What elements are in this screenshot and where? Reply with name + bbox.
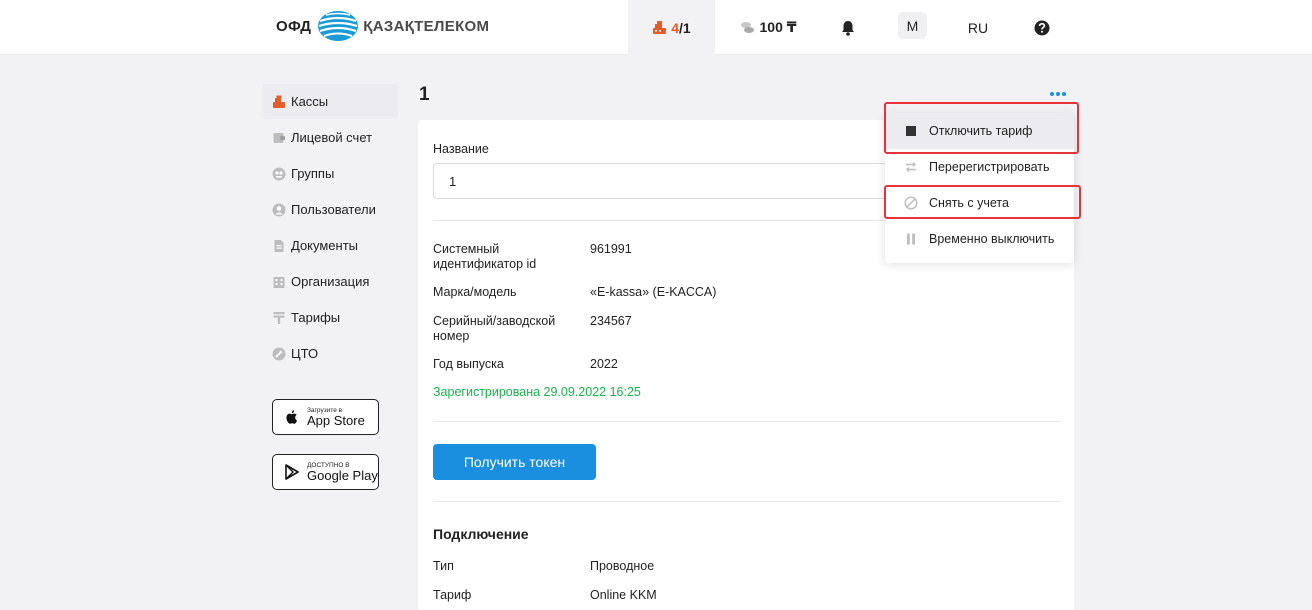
google-play-icon (285, 464, 299, 480)
actions-dropdown-menu: Отключить тариф Перерегистрировать Снять… (885, 113, 1074, 263)
sidebar-item-label: Тарифы (291, 310, 341, 325)
tariff-icon (273, 311, 285, 324)
page-title: 1 (419, 84, 430, 105)
field-value-system-id: 961991 (590, 242, 632, 256)
get-token-button[interactable]: Получить токен (433, 444, 596, 480)
bell-icon (842, 20, 854, 36)
field-value-serial: 234567 (590, 314, 632, 328)
help-button[interactable] (1030, 0, 1054, 55)
cash-register-icon (653, 20, 667, 34)
sidebar-item-cto[interactable]: ЦТО (262, 336, 398, 371)
building-icon (273, 276, 285, 288)
field-label-system-id: Системный идентификатор id (433, 242, 537, 271)
kassa-total-count: /1 (679, 19, 691, 36)
app-store-button[interactable]: Загрузите в App Store (272, 399, 379, 435)
name-label: Название (433, 142, 489, 156)
sidebar-item-label: Лицевой счет (291, 130, 373, 145)
kassa-counter[interactable]: 4/1 (628, 0, 715, 55)
sidebar-item-groups[interactable]: Группы (262, 156, 398, 191)
sidebar-item-label: Кассы (291, 94, 329, 109)
more-dot-icon (1056, 92, 1060, 96)
logo[interactable]: ОФД ҚАЗАҚТЕЛЕКОМ (276, 10, 489, 42)
sidebar-item-label: Группы (291, 166, 335, 181)
language-switch[interactable]: RU (964, 0, 992, 55)
menu-item-pause[interactable]: Временно выключить (885, 221, 1074, 257)
user-avatar[interactable]: M (898, 12, 927, 39)
pause-icon (907, 233, 915, 245)
sidebar-nav: Кассы Лицевой счет Группы Пользователи Д… (262, 84, 398, 490)
menu-item-deregister[interactable]: Снять с учета (885, 185, 1074, 221)
question-icon (1034, 20, 1050, 35)
balance-value: 100 ₸ (759, 19, 797, 35)
sidebar-item-label: Организация (291, 274, 370, 289)
wallet-icon (273, 132, 285, 143)
cash-register-icon (273, 95, 285, 108)
menu-item-label: Снять с учета (929, 196, 1009, 210)
deregister-icon (904, 196, 918, 210)
connection-section-title: Подключение (433, 526, 529, 542)
divider (433, 421, 1060, 422)
apple-icon (286, 410, 298, 424)
menu-item-reregister[interactable]: Перерегистрировать (885, 149, 1074, 185)
google-play-big-text: Google Play (307, 467, 378, 483)
field-label-connection-type: Тип (433, 559, 454, 573)
kassa-current-count: 4 (671, 19, 680, 36)
user-icon (272, 203, 286, 216)
app-store-big-text: App Store (307, 412, 365, 428)
field-label-year: Год выпуска (433, 357, 504, 371)
menu-item-disable-tariff[interactable]: Отключить тариф (885, 113, 1074, 149)
divider (433, 501, 1060, 502)
sidebar-item-label: Документы (291, 238, 359, 253)
field-value-year: 2022 (590, 357, 618, 371)
more-dot-icon (1050, 92, 1054, 96)
sidebar-item-label: Пользователи (291, 202, 376, 217)
sidebar-item-documents[interactable]: Документы (262, 228, 398, 263)
field-value-connection-type: Проводное (590, 559, 655, 573)
coins-icon (740, 21, 754, 33)
menu-item-label: Перерегистрировать (929, 160, 1050, 174)
reregister-icon (906, 162, 916, 172)
menu-item-label: Отключить тариф (929, 124, 1033, 138)
stop-icon (906, 126, 916, 136)
sidebar-item-organization[interactable]: Организация (262, 264, 398, 299)
more-actions-button[interactable] (1050, 88, 1070, 100)
field-value-tariff: Online KKM (590, 588, 657, 602)
notifications-button[interactable] (836, 0, 860, 55)
balance-indicator[interactable]: 100 ₸ (732, 0, 804, 55)
field-value-model: «E-kassa» (E-KACCA) (590, 285, 717, 299)
google-play-button[interactable]: ДОСТУПНО В Google Play (272, 454, 379, 490)
sidebar-item-tariffs[interactable]: Тарифы (262, 300, 398, 335)
document-icon (274, 239, 284, 252)
field-label-tariff: Тариф (433, 588, 472, 602)
logo-kazakhtelecom-text: ҚАЗАҚТЕЛЕКОМ (363, 17, 490, 35)
field-label-model: Марка/модель (433, 285, 517, 299)
sidebar-item-kassy[interactable]: Кассы (262, 84, 398, 119)
groups-icon (272, 167, 286, 180)
globe-logo-icon (318, 11, 359, 41)
sidebar-item-users[interactable]: Пользователи (262, 192, 398, 227)
field-label-serial: Серийный/заводской номер (433, 314, 556, 343)
logo-ofd-text: ОФД (276, 17, 312, 35)
menu-item-label: Временно выключить (929, 232, 1055, 246)
more-dot-icon (1062, 92, 1066, 96)
registration-status: Зарегистрирована 29.09.2022 16:25 (433, 385, 641, 399)
sidebar-item-account[interactable]: Лицевой счет (262, 120, 398, 155)
top-header: ОФД ҚАЗАҚТЕЛЕКОМ 4/1 100 ₸ M RU (0, 0, 1312, 55)
service-icon (272, 347, 286, 360)
sidebar-item-label: ЦТО (291, 346, 319, 361)
